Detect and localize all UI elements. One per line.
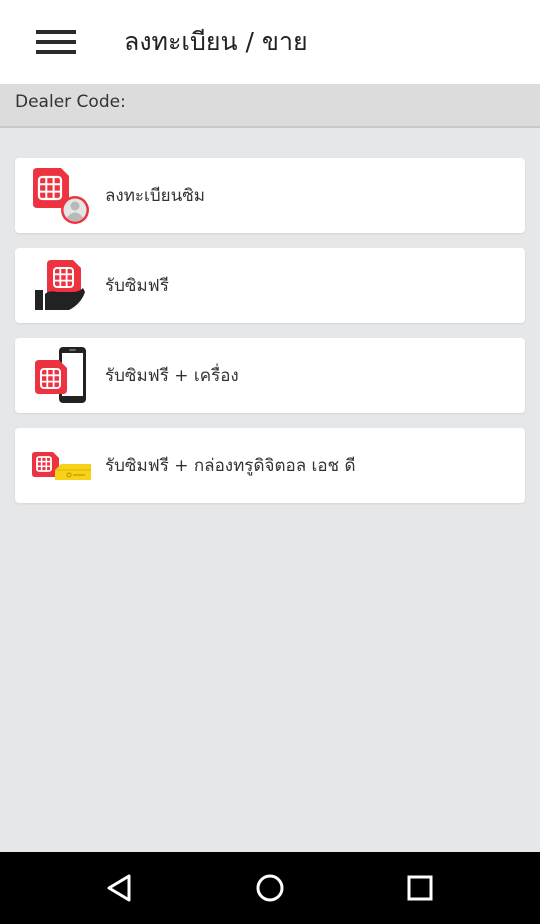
recents-square-icon[interactable] xyxy=(400,868,440,908)
page-title: ลงทะเบียน / ขาย xyxy=(124,27,308,56)
menu-item-free-sim[interactable]: รับซิมฟรี xyxy=(15,248,525,323)
menu-item-register-sim[interactable]: ลงทะเบียนซิม xyxy=(15,158,525,233)
menu-item-free-sim-box[interactable]: รับซิมฟรี + กล่องทรูดิจิตอล เอช ดี xyxy=(15,428,525,503)
sim-user-icon xyxy=(33,168,89,224)
sim-box-icon xyxy=(32,452,91,480)
dealer-code-label: Dealer Code: xyxy=(15,92,126,112)
app-bar: ลงทะเบียน / ขาย xyxy=(0,0,540,84)
menu-item-free-sim-device[interactable]: รับซิมฟรี + เครื่อง xyxy=(15,338,525,413)
sim-phone-icon xyxy=(35,347,86,403)
dealer-code-bar: Dealer Code: xyxy=(0,84,540,128)
menu-item-label: รับซิมฟรี + เครื่อง xyxy=(105,366,239,386)
back-triangle-icon[interactable] xyxy=(100,868,140,908)
menu-item-label: ลงทะเบียนซิม xyxy=(105,186,205,206)
home-circle-icon[interactable] xyxy=(250,868,290,908)
hamburger-menu-icon[interactable] xyxy=(26,22,86,62)
menu-item-label: รับซิมฟรี xyxy=(105,276,169,296)
menu-item-label: รับซิมฟรี + กล่องทรูดิจิตอล เอช ดี xyxy=(105,456,356,476)
system-navigation-bar xyxy=(0,852,540,924)
sim-hand-icon xyxy=(35,260,85,310)
